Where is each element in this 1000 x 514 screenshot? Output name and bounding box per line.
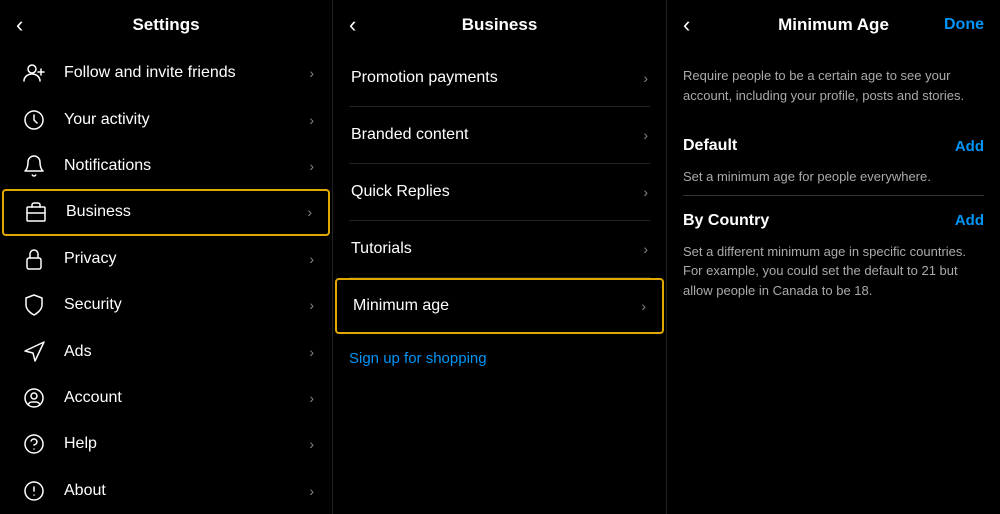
chevron-icon: ›: [309, 112, 314, 128]
menu-label-business: Business: [66, 203, 307, 221]
chevron-icon: ›: [309, 297, 314, 313]
menu-item-tutorials[interactable]: Tutorials ›: [333, 221, 666, 277]
sign-up-shopping-link[interactable]: Sign up for shopping: [333, 334, 666, 383]
menu-item-branded[interactable]: Branded content ›: [333, 107, 666, 163]
chevron-icon: ›: [309, 483, 314, 499]
menu-label-help: Help: [64, 435, 309, 453]
chevron-icon: ›: [643, 241, 648, 257]
business-panel: ‹ Business Promotion payments › Branded …: [333, 0, 667, 514]
menu-item-privacy[interactable]: Privacy ›: [0, 236, 332, 282]
by-country-section: By Country Add Set a different minimum a…: [683, 204, 984, 301]
chevron-icon: ›: [309, 251, 314, 267]
minimum-age-description: Require people to be a certain age to se…: [683, 66, 984, 105]
chevron-icon: ›: [309, 390, 314, 406]
menu-item-help[interactable]: Help ›: [0, 421, 332, 467]
menu-item-minage[interactable]: Minimum age ›: [335, 278, 664, 334]
chevron-icon: ›: [309, 436, 314, 452]
menu-item-ads[interactable]: Ads ›: [0, 328, 332, 374]
settings-back-button[interactable]: ‹: [16, 14, 23, 36]
menu-item-notifications[interactable]: Notifications ›: [0, 143, 332, 189]
default-section: Default Add Set a minimum age for people…: [683, 129, 984, 187]
chevron-icon: ›: [643, 70, 648, 86]
settings-panel: ‹ Settings Follow and invite friends › Y…: [0, 0, 333, 514]
business-title: Business: [462, 15, 538, 35]
minimum-age-content: Require people to be a certain age to se…: [667, 50, 1000, 514]
chevron-icon: ›: [309, 65, 314, 81]
menu-item-security[interactable]: Security ›: [0, 282, 332, 328]
menu-label-promotion: Promotion payments: [351, 69, 643, 87]
menu-label-tutorials: Tutorials: [351, 240, 643, 258]
business-icon: [20, 196, 52, 228]
minimum-age-header: ‹ Minimum Age Done: [667, 0, 1000, 50]
chevron-icon: ›: [309, 344, 314, 360]
shield-icon: [18, 289, 50, 321]
minimum-age-title: Minimum Age: [778, 15, 889, 35]
question-circle-icon: [18, 428, 50, 460]
business-back-button[interactable]: ‹: [349, 14, 356, 36]
menu-item-promotion[interactable]: Promotion payments ›: [333, 50, 666, 106]
chevron-icon: ›: [643, 184, 648, 200]
by-country-section-desc: Set a different minimum age in specific …: [683, 242, 984, 301]
menu-label-account: Account: [64, 389, 309, 407]
settings-title: Settings: [132, 15, 199, 35]
menu-label-privacy: Privacy: [64, 250, 309, 268]
person-circle-icon: [18, 382, 50, 414]
menu-label-security: Security: [64, 296, 309, 314]
chevron-icon: ›: [643, 127, 648, 143]
menu-label-minage: Minimum age: [353, 297, 641, 315]
default-add-button[interactable]: Add: [955, 138, 984, 155]
menu-item-follow[interactable]: Follow and invite friends ›: [0, 50, 332, 96]
menu-item-account[interactable]: Account ›: [0, 375, 332, 421]
menu-item-about[interactable]: About ›: [0, 468, 332, 514]
bell-icon: [18, 150, 50, 182]
by-country-section-header: By Country Add: [683, 204, 984, 238]
chevron-icon: ›: [309, 158, 314, 174]
menu-label-ads: Ads: [64, 343, 309, 361]
by-country-add-button[interactable]: Add: [955, 212, 984, 229]
default-section-header: Default Add: [683, 129, 984, 163]
clock-icon: [18, 104, 50, 136]
menu-item-quickreplies[interactable]: Quick Replies ›: [333, 164, 666, 220]
menu-label-about: About: [64, 482, 309, 500]
default-section-title: Default: [683, 137, 737, 155]
info-circle-icon: [18, 475, 50, 507]
business-header: ‹ Business: [333, 0, 666, 50]
settings-header: ‹ Settings: [0, 0, 332, 50]
menu-label-branded: Branded content: [351, 126, 643, 144]
menu-label-activity: Your activity: [64, 111, 309, 129]
menu-label-quickreplies: Quick Replies: [351, 183, 643, 201]
person-add-icon: [18, 57, 50, 89]
minimum-age-back-button[interactable]: ‹: [683, 14, 690, 36]
chevron-icon: ›: [307, 204, 312, 220]
menu-item-business[interactable]: Business ›: [2, 189, 330, 235]
minimum-age-panel: ‹ Minimum Age Done Require people to be …: [667, 0, 1000, 514]
by-country-section-title: By Country: [683, 212, 769, 230]
lock-icon: [18, 243, 50, 275]
section-divider: [683, 195, 984, 196]
menu-label-notifications: Notifications: [64, 157, 309, 175]
done-button[interactable]: Done: [944, 16, 984, 34]
megaphone-icon: [18, 336, 50, 368]
menu-label-follow: Follow and invite friends: [64, 64, 309, 82]
menu-item-activity[interactable]: Your activity ›: [0, 96, 332, 142]
chevron-icon: ›: [641, 298, 646, 314]
default-section-desc: Set a minimum age for people everywhere.: [683, 167, 984, 187]
